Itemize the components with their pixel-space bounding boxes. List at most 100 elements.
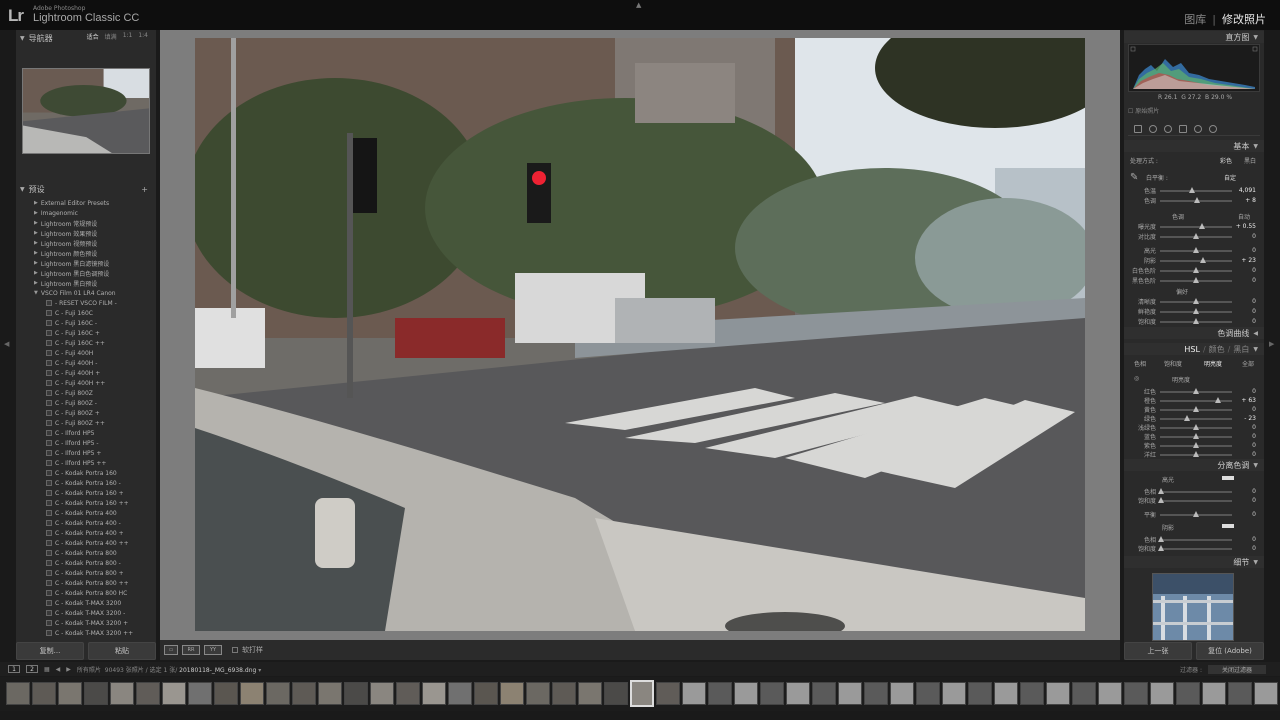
slider-track[interactable]: [1160, 276, 1232, 283]
slider-row[interactable]: 白色色阶 0: [1130, 266, 1260, 275]
slider-knob[interactable]: [1193, 317, 1199, 324]
slider-row[interactable]: 橙色 + 63: [1130, 396, 1260, 405]
slider-knob[interactable]: [1198, 222, 1205, 229]
hsl-subtab-all[interactable]: 全部: [1242, 359, 1254, 368]
slider-track[interactable]: [1160, 186, 1232, 193]
preset-item[interactable]: C - Kodak Portra 800 +: [16, 568, 156, 578]
module-library[interactable]: 图库: [1184, 13, 1206, 26]
slider-value[interactable]: 0: [1232, 247, 1256, 254]
filmstrip-thumbnail[interactable]: [136, 682, 160, 705]
filmstrip-thumbnail[interactable]: [370, 682, 394, 705]
slider-row[interactable]: 平衡 0: [1130, 510, 1260, 519]
slider-knob[interactable]: [1158, 535, 1165, 542]
slider-knob[interactable]: [1193, 510, 1199, 517]
slider-value[interactable]: 0: [1232, 318, 1256, 325]
wb-value[interactable]: 自定: [1224, 173, 1236, 182]
filmstrip-thumbnail[interactable]: [396, 682, 420, 705]
filmstrip-thumbnail[interactable]: [474, 682, 498, 705]
filmstrip-thumbnail[interactable]: [1150, 682, 1174, 705]
filmstrip-thumbnail[interactable]: [110, 682, 134, 705]
photo-canvas[interactable]: [160, 30, 1120, 640]
filmstrip-thumbnail[interactable]: [864, 682, 888, 705]
module-develop[interactable]: 修改照片: [1222, 13, 1266, 26]
slider-knob[interactable]: [1194, 196, 1201, 203]
target-adjust-icon[interactable]: ◎: [1134, 375, 1139, 382]
preset-item[interactable]: C - Fuji 400H: [16, 348, 156, 358]
filmstrip-thumbnail[interactable]: [58, 682, 82, 705]
treatment-color[interactable]: 彩色: [1220, 156, 1232, 165]
adjustment-brush-icon[interactable]: [1209, 124, 1217, 133]
preset-item[interactable]: C - Fuji 800Z ++: [16, 418, 156, 428]
filmstrip-thumbnail[interactable]: [786, 682, 810, 705]
filmstrip-thumbnail[interactable]: [266, 682, 290, 705]
preset-item[interactable]: C - Kodak Portra 400: [16, 508, 156, 518]
preset-folder[interactable]: ▶ Imagenomic: [16, 208, 156, 218]
slider-row[interactable]: 高光 0: [1130, 246, 1260, 255]
slider-row[interactable]: 色相 0: [1130, 535, 1260, 544]
filmstrip-thumbnail[interactable]: [1046, 682, 1070, 705]
slider-track[interactable]: [1160, 432, 1232, 439]
grid-view-icon[interactable]: ▦: [44, 666, 50, 673]
slider-knob[interactable]: [1193, 387, 1199, 394]
slider-track[interactable]: [1160, 414, 1232, 421]
preset-item[interactable]: C - Fuji 400H -: [16, 358, 156, 368]
radial-filter-icon[interactable]: [1194, 124, 1202, 133]
slider-value[interactable]: 0: [1232, 308, 1256, 315]
filmstrip-thumbnail[interactable]: [708, 682, 732, 705]
slider-knob[interactable]: [1158, 544, 1165, 551]
slider-track[interactable]: [1158, 544, 1232, 551]
filmstrip-thumbnail[interactable]: [240, 682, 264, 705]
top-panel-toggle-icon[interactable]: ▲: [636, 1, 641, 9]
navigator-header[interactable]: ▼ 导航器 适合 填满 1:1 1:4: [20, 32, 152, 44]
shadow-color-swatch[interactable]: [1222, 524, 1234, 528]
filmstrip-thumbnail[interactable]: [344, 682, 368, 705]
slider-knob[interactable]: [1214, 396, 1221, 403]
presets-header[interactable]: ▼ 预设 +: [20, 183, 152, 195]
preset-item[interactable]: C - Fuji 800Z +: [16, 408, 156, 418]
filmstrip-thumbnail[interactable]: [526, 682, 550, 705]
slider-row[interactable]: 紫色 0: [1130, 441, 1260, 450]
slider-track[interactable]: [1160, 423, 1232, 430]
slider-value[interactable]: + 63: [1232, 397, 1256, 404]
slider-value[interactable]: 0: [1232, 267, 1256, 274]
filmstrip-thumbnail[interactable]: [1176, 682, 1200, 705]
slider-track[interactable]: [1158, 487, 1232, 494]
preset-item[interactable]: C - Ilford HP5: [16, 428, 156, 438]
slider-row[interactable]: 饱和度 0: [1130, 496, 1260, 505]
preset-item[interactable]: C - Fuji 400H ++: [16, 378, 156, 388]
slider-value[interactable]: 0: [1232, 233, 1256, 240]
filmstrip-thumbnail[interactable]: [292, 682, 316, 705]
crop-icon[interactable]: [1134, 124, 1142, 133]
preset-item[interactable]: C - Kodak Portra 800 ++: [16, 578, 156, 588]
preset-item[interactable]: C - Fuji 800Z: [16, 388, 156, 398]
preset-item[interactable]: C - Ilford HP5 ++: [16, 458, 156, 468]
preset-item[interactable]: C - Kodak T-MAX 3200 +: [16, 618, 156, 628]
slider-value[interactable]: 0: [1232, 433, 1256, 440]
hsl-subtab-hue[interactable]: 色相: [1134, 359, 1146, 368]
preset-item[interactable]: C - Fuji 160C: [16, 308, 156, 318]
preset-item[interactable]: C - Kodak Portra 400 ++: [16, 538, 156, 548]
slider-knob[interactable]: [1184, 414, 1191, 421]
filmstrip-thumbnail[interactable]: [6, 682, 30, 705]
preset-item[interactable]: C - Fuji 800Z -: [16, 398, 156, 408]
secondary-window-1[interactable]: 1: [8, 665, 20, 673]
slider-track[interactable]: [1160, 317, 1232, 324]
source-path[interactable]: 所有照片 90493 张照片 / 选定 1 张/ 20180118-_MG_69…: [77, 665, 261, 674]
slider-value[interactable]: 0: [1232, 497, 1256, 504]
preset-folder[interactable]: ▶ Lightroom 黑白色调预设: [16, 268, 156, 278]
filmstrip-thumbnail[interactable]: [838, 682, 862, 705]
slider-track[interactable]: [1160, 307, 1232, 314]
slider-value[interactable]: 0: [1232, 298, 1256, 305]
preset-item[interactable]: C - Kodak Portra 400 +: [16, 528, 156, 538]
slider-knob[interactable]: [1193, 266, 1199, 273]
slider-track[interactable]: [1160, 405, 1232, 412]
red-eye-icon[interactable]: [1164, 124, 1172, 133]
slider-knob[interactable]: [1189, 186, 1196, 193]
slider-value[interactable]: 0: [1232, 536, 1256, 543]
slider-value[interactable]: - 23: [1232, 415, 1256, 422]
slider-knob[interactable]: [1193, 246, 1199, 253]
detail-preview[interactable]: [1152, 573, 1234, 641]
slider-track[interactable]: [1160, 256, 1232, 263]
hsl-subtab-saturation[interactable]: 饱和度: [1164, 359, 1182, 368]
before-after-icon[interactable]: YY: [204, 645, 222, 655]
